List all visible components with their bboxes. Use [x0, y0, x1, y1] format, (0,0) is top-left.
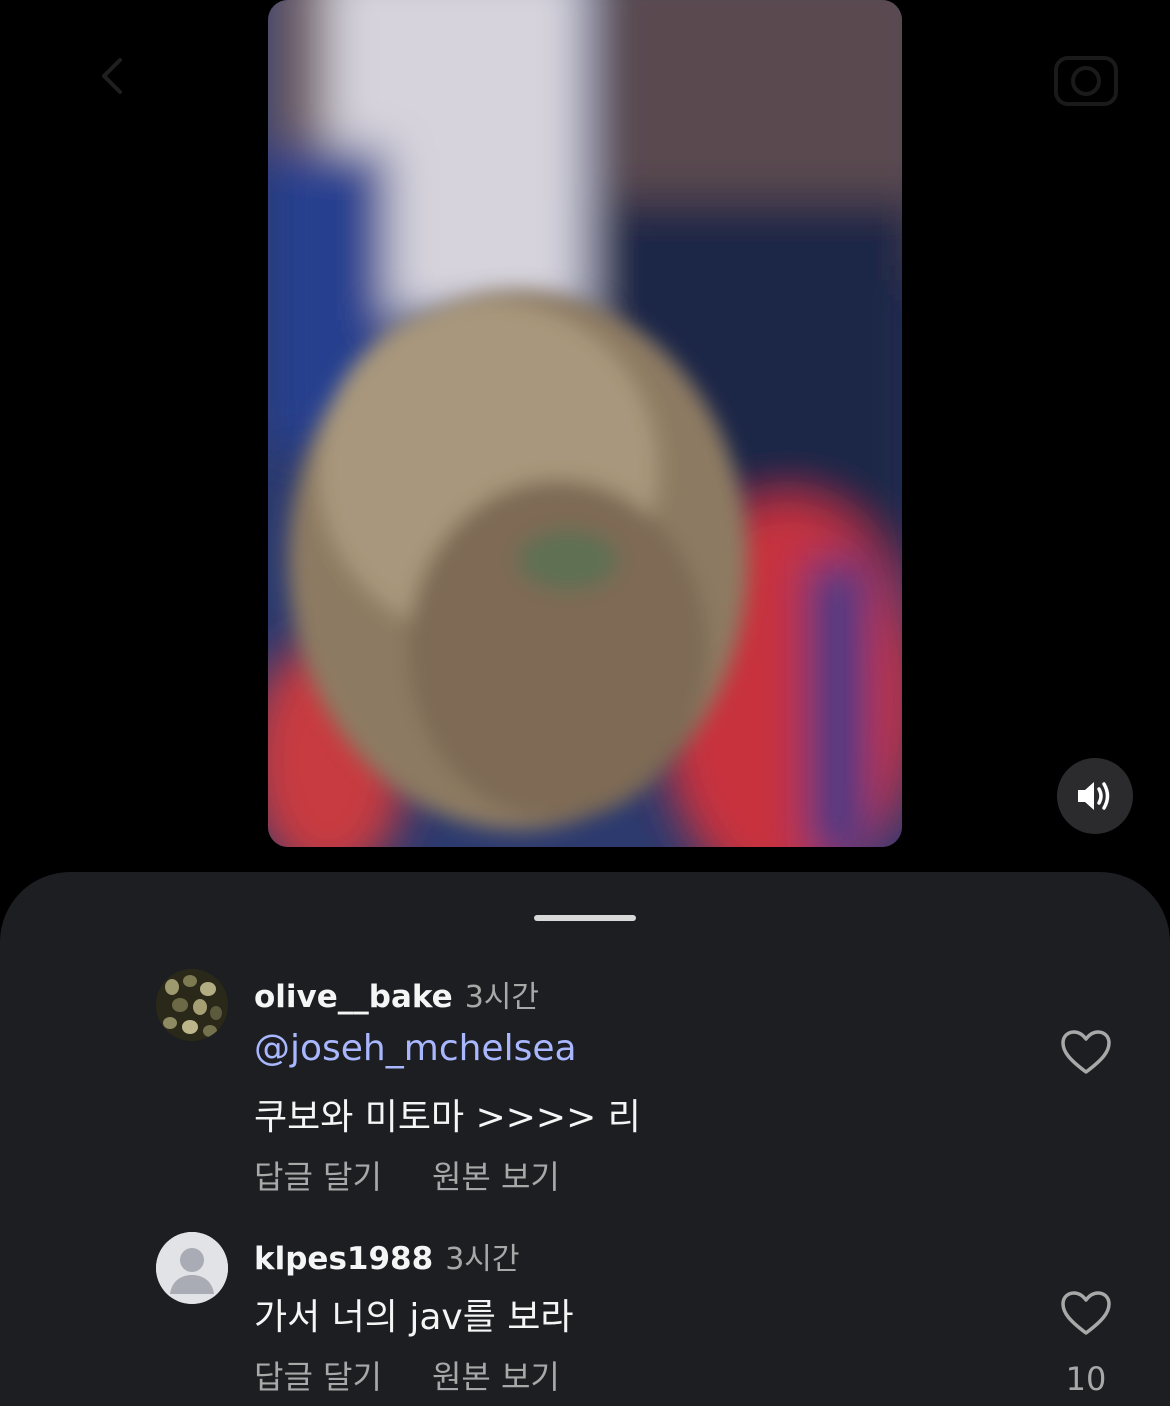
reel-video[interactable]: [268, 0, 902, 847]
reels-screen: olive__bake 3시간 @joseh_mchelsea 쿠보와 미토마 …: [0, 0, 1170, 1406]
video-frame: [268, 0, 902, 847]
actions-spacer: [382, 1352, 432, 1398]
comment-time: 3시간: [464, 980, 539, 1015]
comment-time: 3시간: [445, 1242, 520, 1277]
see-original-button[interactable]: 원본 보기: [432, 1152, 560, 1198]
heart-outline-icon[interactable]: [1060, 1290, 1112, 1336]
camera-icon: [1054, 56, 1118, 106]
reply-button[interactable]: 답글 달기: [254, 1352, 382, 1398]
comment-header: klpes1988 3시간: [254, 1234, 520, 1278]
back-arrow-icon: [102, 58, 122, 94]
comment-text: 가서 너의 jav를 보라: [254, 1297, 574, 1338]
avatar[interactable]: [156, 1232, 228, 1304]
avatar[interactable]: [156, 969, 228, 1041]
actions-spacer: [382, 1152, 432, 1198]
default-avatar-icon: [156, 1232, 228, 1304]
comment-text: 쿠보와 미토마 >>>> 리: [254, 1097, 641, 1138]
comment-username[interactable]: klpes1988: [254, 1241, 433, 1277]
see-original-button[interactable]: 원본 보기: [432, 1352, 560, 1398]
avatar-image: [156, 969, 228, 1041]
sound-toggle-button[interactable]: [1057, 758, 1133, 834]
like-count: 10: [1065, 1360, 1107, 1398]
reply-button[interactable]: 답글 달기: [254, 1152, 382, 1198]
comment-header: olive__bake 3시간: [254, 972, 539, 1016]
comment-mention[interactable]: @joseh_mchelsea: [254, 1028, 577, 1069]
speaker-on-icon: [1078, 782, 1110, 810]
comment-actions: 답글 달기 원본 보기: [254, 1152, 560, 1198]
comment-username[interactable]: olive__bake: [254, 979, 453, 1015]
comment-actions: 답글 달기 원본 보기: [254, 1352, 560, 1398]
comments-sheet: olive__bake 3시간 @joseh_mchelsea 쿠보와 미토마 …: [0, 872, 1170, 1406]
heart-outline-icon[interactable]: [1060, 1029, 1112, 1075]
sheet-grabber[interactable]: [534, 915, 636, 921]
